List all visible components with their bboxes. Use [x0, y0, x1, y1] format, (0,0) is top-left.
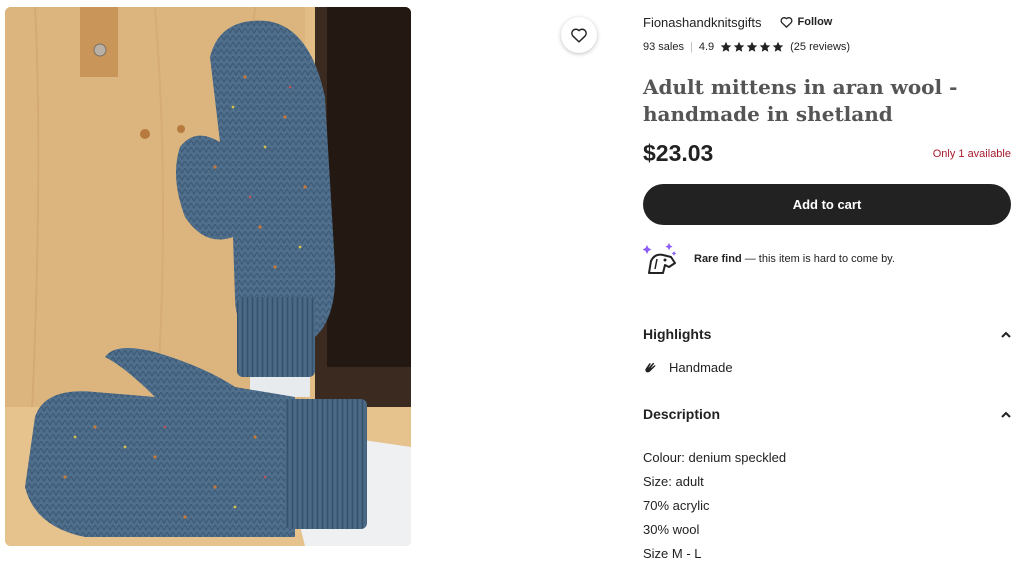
star-icon	[720, 41, 732, 52]
rare-find-icon	[643, 243, 677, 274]
shop-row: Fionashandknitsgifts Follow	[643, 13, 832, 31]
product-title: Adult mittens in aran wool - handmade in…	[643, 75, 958, 126]
shop-stats: 93 sales | 4.9 (25 reviews)	[643, 41, 850, 53]
description-line: 30% wool	[643, 522, 700, 537]
description-line: 70% acrylic	[643, 498, 710, 513]
description-heading: Description	[643, 406, 721, 422]
stats-divider: |	[689, 41, 693, 53]
heart-icon	[780, 17, 792, 28]
heart-icon	[571, 28, 587, 43]
follow-button[interactable]: Follow	[780, 16, 833, 28]
follow-label: Follow	[797, 16, 833, 28]
favorite-button[interactable]	[561, 17, 597, 53]
rare-find-text: Rare find — this item is hard to come by…	[694, 253, 895, 265]
description-body: Colour: denium speckled Size: adult 70% …	[643, 449, 786, 566]
rare-find-description: — this item is hard to come by.	[741, 253, 895, 265]
chevron-up-icon	[1001, 331, 1011, 338]
highlights-heading: Highlights	[643, 326, 712, 342]
star-icon	[733, 41, 745, 52]
rare-find-banner: Rare find — this item is hard to come by…	[643, 241, 895, 277]
chevron-up-icon	[1001, 411, 1011, 418]
price-row: $23.03 Only 1 available	[643, 140, 1011, 167]
rare-find-title: Rare find	[694, 253, 742, 265]
highlight-handmade: Handmade	[643, 360, 733, 375]
product-image[interactable]	[5, 7, 411, 546]
description-line: Size M - L	[643, 546, 702, 561]
description-toggle[interactable]: Description	[643, 406, 1011, 422]
sales-count: 93 sales	[643, 41, 684, 53]
rating-value: 4.9	[698, 41, 715, 53]
star-icon	[746, 41, 758, 52]
star-rating[interactable]	[720, 41, 785, 53]
hand-icon	[645, 362, 656, 372]
stock-status: Only 1 available	[932, 147, 1011, 160]
description-line: Colour: denium speckled	[643, 450, 787, 465]
add-to-cart-button[interactable]: Add to cart	[643, 184, 1011, 225]
highlights-toggle[interactable]: Highlights	[643, 326, 1011, 342]
star-icon	[759, 41, 771, 52]
product-price: $23.03	[643, 140, 714, 166]
reviews-link[interactable]: (25 reviews)	[790, 41, 850, 53]
shop-name-link[interactable]: Fionashandknitsgifts	[643, 15, 762, 30]
description-line: Size: adult	[643, 474, 704, 489]
star-icon	[772, 41, 784, 52]
highlight-label: Handmade	[669, 360, 733, 375]
